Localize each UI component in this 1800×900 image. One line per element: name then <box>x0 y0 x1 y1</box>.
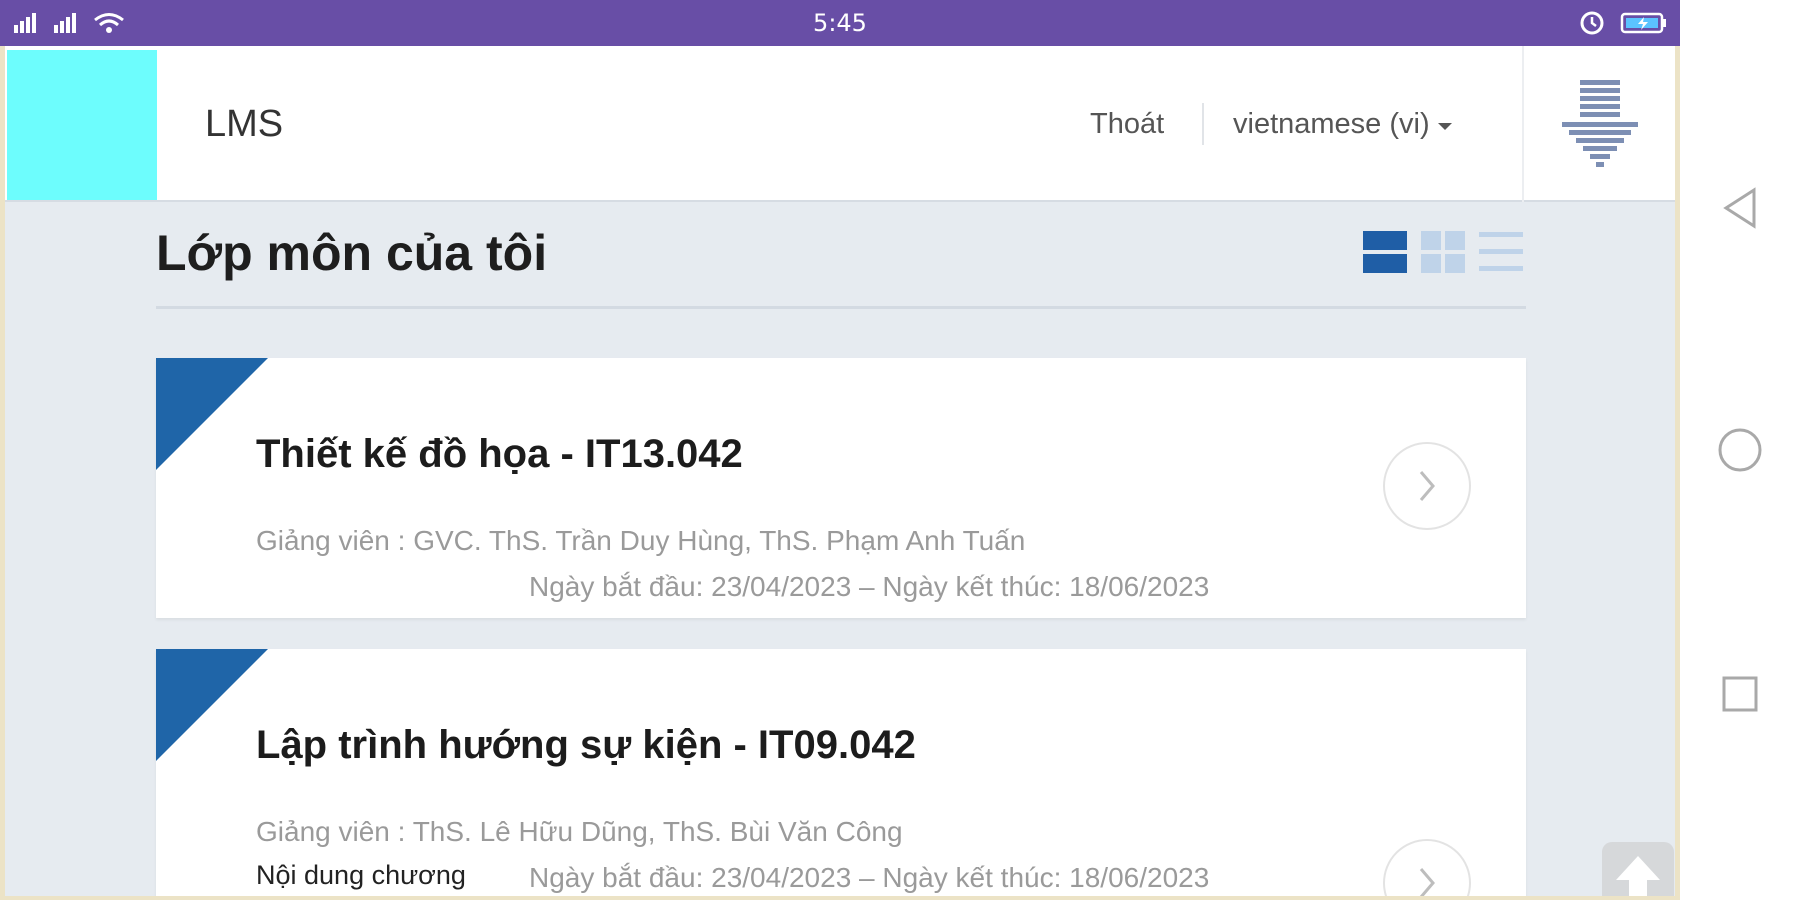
page-title: Lớp môn của tôi <box>156 225 548 281</box>
header-divider <box>1202 103 1204 145</box>
grid-view-icon[interactable] <box>1421 230 1465 274</box>
status-bar: 5:45 <box>0 0 1680 46</box>
brand-name[interactable]: LMS <box>205 46 283 202</box>
card-corner-accent <box>156 358 268 470</box>
battery-icon <box>1620 12 1666 34</box>
course-teacher: Giảng viên : ThS. Lê Hữu Dũng, ThS. Bùi … <box>256 816 903 847</box>
course-open-button[interactable] <box>1383 442 1471 530</box>
chevron-right-icon <box>1419 471 1435 501</box>
signal-icon <box>54 13 76 33</box>
arrow-up-icon <box>1616 856 1660 896</box>
download-arrow-icon <box>1561 80 1638 167</box>
course-content-link[interactable]: Nội dung chương <box>256 860 472 891</box>
scroll-top-button[interactable] <box>1602 842 1674 896</box>
nav-back-button[interactable] <box>1710 178 1770 238</box>
app-frame: LMS Thoát vietnamese (vi) Lớp môn của tô… <box>0 46 1680 900</box>
course-card[interactable]: Lập trình hướng sự kiện - IT09.042 Giảng… <box>156 649 1526 896</box>
course-card[interactable]: Thiết kế đồ họa - IT13.042 Giảng viên : … <box>156 358 1526 618</box>
logo[interactable] <box>7 50 157 200</box>
course-open-button[interactable] <box>1383 839 1471 896</box>
status-time: 5:45 <box>813 9 867 37</box>
top-header: LMS Thoát vietnamese (vi) <box>5 46 1675 202</box>
nav-home-button[interactable] <box>1710 420 1770 480</box>
course-dates: Ngày bắt đầu: 23/04/2023 – Ngày kết thúc… <box>529 571 1210 602</box>
course-teacher: Giảng viên : GVC. ThS. Trần Duy Hùng, Th… <box>256 525 1026 556</box>
android-nav-bar <box>1680 0 1800 900</box>
card-corner-accent <box>156 649 268 761</box>
course-title[interactable]: Thiết kế đồ họa - IT13.042 <box>256 432 743 477</box>
card-view-icon[interactable] <box>1363 230 1407 274</box>
language-select[interactable]: vietnamese (vi) <box>1233 46 1452 202</box>
status-right <box>1578 8 1668 38</box>
screen: 5:45 LMS Thoát vietnamese (vi) Lớp môn c… <box>0 0 1800 900</box>
language-selected-value: vietnamese (vi) <box>1233 107 1430 140</box>
logout-link[interactable]: Thoát <box>1090 46 1164 202</box>
course-title[interactable]: Lập trình hướng sự kiện - IT09.042 <box>256 723 916 768</box>
alarm-icon <box>1580 11 1604 35</box>
signal-icon <box>14 13 36 33</box>
wifi-icon <box>94 13 124 33</box>
view-toggle-group <box>1363 230 1523 274</box>
download-button[interactable] <box>1524 46 1675 202</box>
square-recents-icon <box>1722 676 1758 712</box>
caret-down-icon <box>1437 122 1452 130</box>
chevron-right-icon <box>1419 868 1435 896</box>
circle-home-icon <box>1718 428 1762 472</box>
triangle-back-icon <box>1723 187 1756 229</box>
course-dates: Ngày bắt đầu: 23/04/2023 – Ngày kết thúc… <box>529 862 1210 893</box>
title-divider <box>156 306 1526 309</box>
status-left <box>12 8 126 38</box>
list-view-icon[interactable] <box>1479 230 1523 274</box>
nav-recents-button[interactable] <box>1710 664 1770 724</box>
